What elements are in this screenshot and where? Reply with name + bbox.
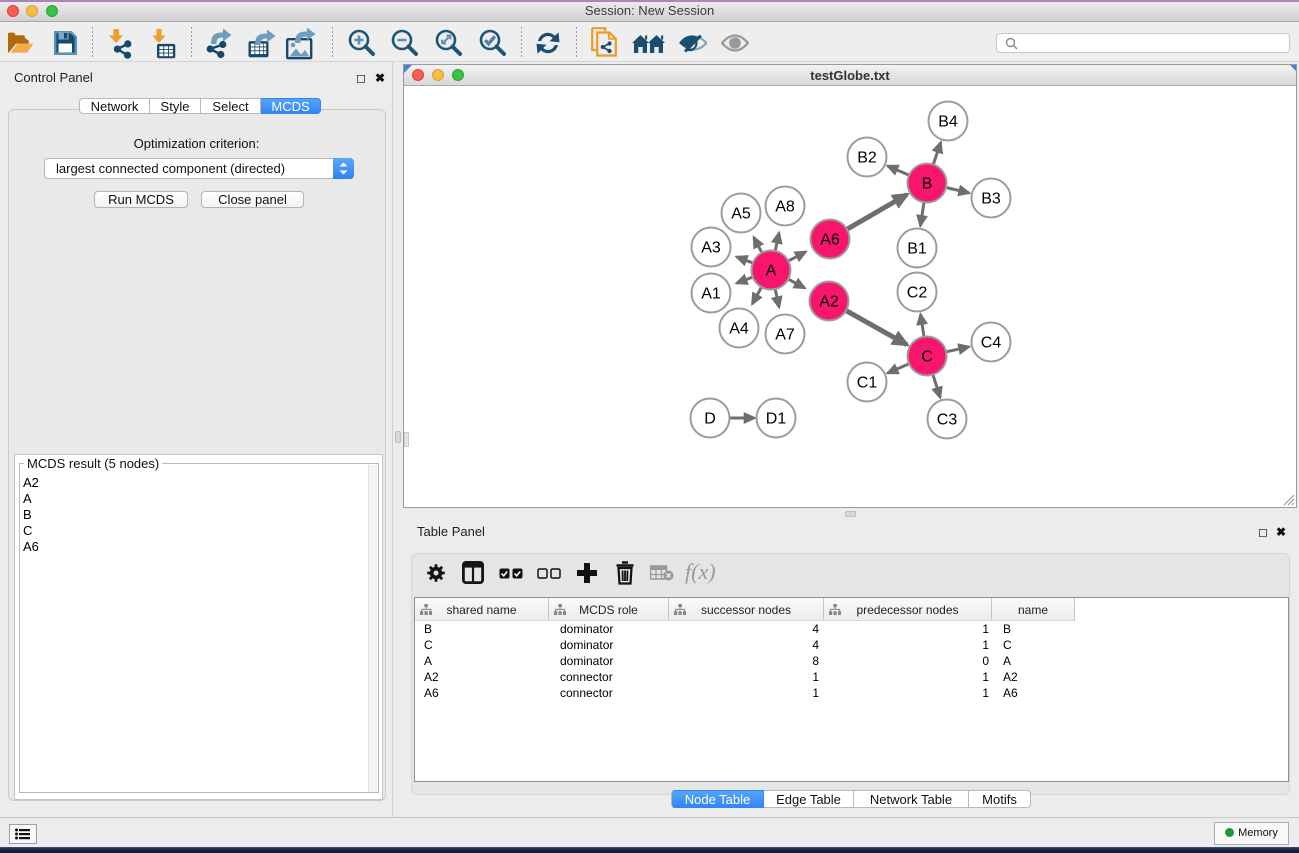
- svg-text:B1: B1: [907, 241, 927, 258]
- svg-text:A: A: [766, 263, 777, 280]
- svg-text:C4: C4: [981, 335, 1002, 352]
- svg-text:C3: C3: [937, 412, 958, 429]
- svg-text:C: C: [921, 349, 933, 366]
- svg-text:C1: C1: [857, 375, 878, 392]
- svg-text:B: B: [922, 176, 933, 193]
- svg-text:B3: B3: [981, 191, 1001, 208]
- svg-text:D: D: [704, 411, 716, 428]
- svg-text:B2: B2: [857, 150, 877, 167]
- svg-text:D1: D1: [766, 411, 787, 428]
- svg-text:A5: A5: [731, 206, 751, 223]
- svg-text:A2: A2: [819, 294, 839, 311]
- svg-text:A3: A3: [701, 240, 721, 257]
- svg-text:C2: C2: [907, 285, 928, 302]
- svg-text:A8: A8: [775, 199, 795, 216]
- svg-text:A4: A4: [729, 321, 749, 338]
- svg-text:A1: A1: [701, 286, 721, 303]
- svg-text:A6: A6: [820, 232, 840, 249]
- svg-text:B4: B4: [938, 114, 958, 131]
- svg-text:A7: A7: [775, 327, 795, 344]
